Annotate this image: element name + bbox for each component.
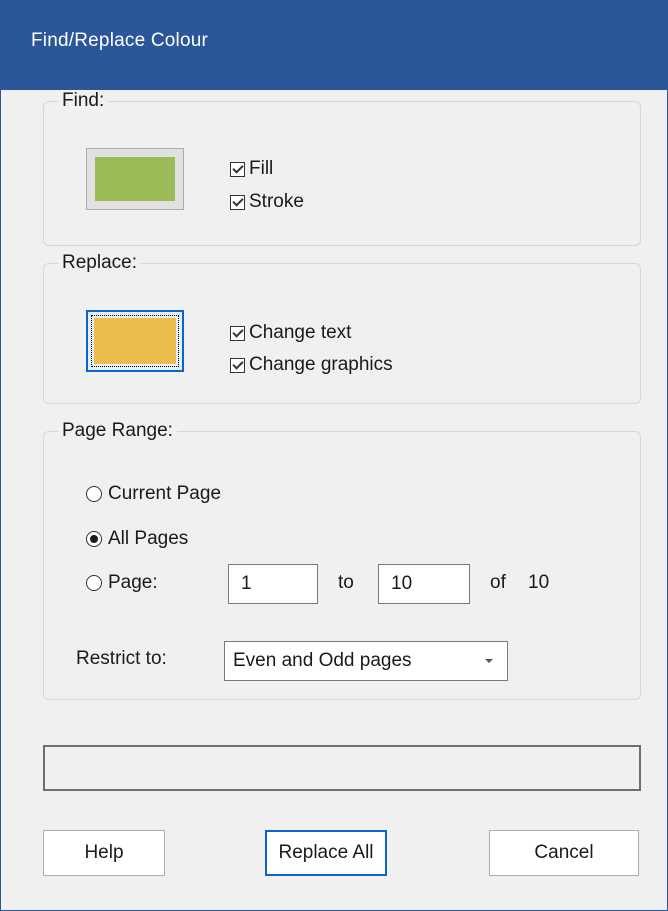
current-page-radio-button[interactable] [86,486,102,502]
help-button[interactable]: Help [43,830,165,876]
of-label: of [490,572,506,593]
stroke-checkbox-label: Stroke [249,191,304,212]
page-radio-button[interactable] [86,575,102,591]
page-radio-label: Page: [108,572,158,593]
find-colour-button[interactable] [86,148,184,210]
change-text-checkbox[interactable]: Change text [230,322,351,344]
page-from-input[interactable]: 1 [228,564,318,604]
to-label: to [338,572,354,593]
change-graphics-label: Change graphics [249,354,393,375]
cancel-button[interactable]: Cancel [489,830,639,876]
replace-group: Replace: Change text Change graphics [43,252,641,404]
replace-all-button[interactable]: Replace All [265,830,387,876]
replace-legend: Replace: [62,252,137,273]
current-page-label: Current Page [108,483,222,504]
find-colour-swatch [95,157,175,201]
find-legend: Find: [62,90,105,111]
window-title: Find/Replace Colour [31,30,208,51]
restrict-to-value: Even and Odd pages [233,650,412,671]
restrict-to-dropdown[interactable]: Even and Odd pages [224,641,508,681]
all-pages-label: All Pages [108,528,189,549]
page-range-group: Page Range: Current Page All Pages Page:… [43,420,641,700]
replace-colour-swatch [94,318,176,364]
change-graphics-checkbox-box[interactable] [230,357,245,373]
all-pages-radio[interactable]: All Pages [86,528,188,550]
all-pages-radio-button[interactable] [86,531,102,547]
progress-bar [43,745,641,791]
page-range-legend: Page Range: [62,420,173,441]
chevron-down-icon [485,659,493,663]
stroke-checkbox-box[interactable] [230,194,245,210]
find-group: Find: Fill Stroke [43,90,641,246]
fill-checkbox[interactable]: Fill [230,158,273,180]
change-text-checkbox-box[interactable] [230,325,245,341]
fill-checkbox-box[interactable] [230,161,245,177]
replace-colour-button[interactable] [86,310,184,372]
fill-checkbox-label: Fill [249,158,274,179]
total-pages-value: 10 [528,572,550,593]
find-replace-colour-dialog: Find/Replace Colour Find: Fill Stroke Re… [0,0,668,911]
dialog-body: Find: Fill Stroke Replace: Change text C… [1,90,667,910]
stroke-checkbox[interactable]: Stroke [230,191,304,213]
page-to-input[interactable]: 10 [378,564,470,604]
title-bar[interactable]: Find/Replace Colour [1,0,667,90]
change-graphics-checkbox[interactable]: Change graphics [230,354,393,376]
restrict-to-label: Restrict to: [76,648,167,669]
page-radio[interactable]: Page: [86,572,158,594]
current-page-radio[interactable]: Current Page [86,483,221,505]
change-text-label: Change text [249,322,352,343]
